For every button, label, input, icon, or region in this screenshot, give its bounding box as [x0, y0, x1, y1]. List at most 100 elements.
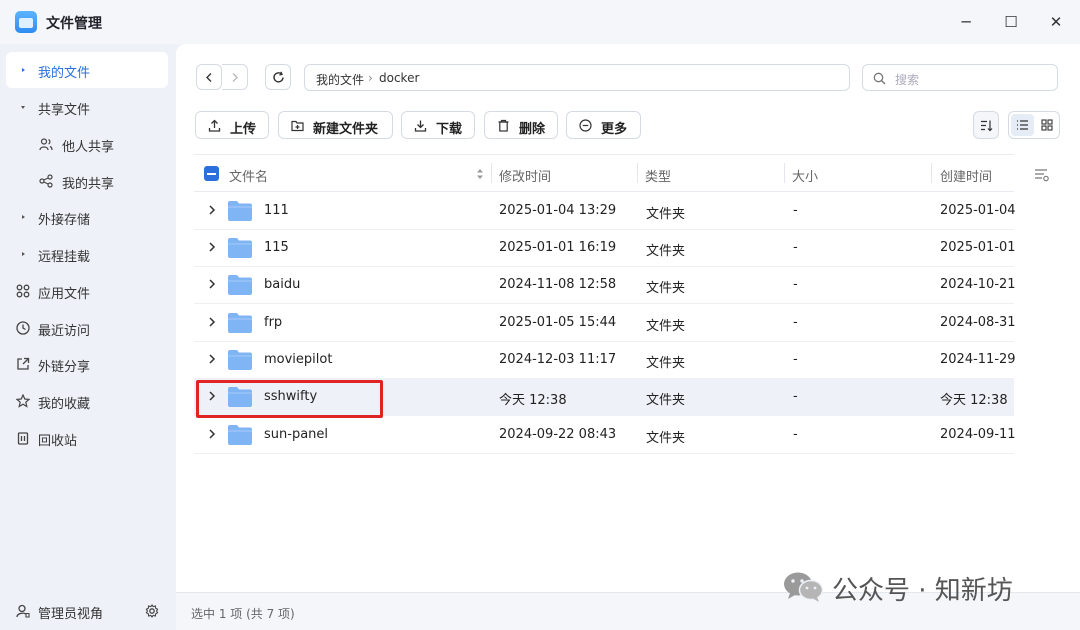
- star-icon: [16, 394, 30, 408]
- column-header-modified[interactable]: 修改时间: [499, 166, 551, 185]
- title-bar: 文件管理 ─ ☐ ✕: [0, 0, 1080, 44]
- file-name[interactable]: frp: [264, 315, 282, 330]
- file-name[interactable]: baidu: [264, 277, 300, 292]
- table-row[interactable]: 111 2025-01-04 13:29 文件夹 - 2025-01-04: [194, 193, 1016, 230]
- download-button[interactable]: 下载: [401, 111, 475, 139]
- file-size: -: [793, 427, 798, 442]
- grid-view-icon: [1041, 119, 1053, 131]
- sidebar-item-external-links[interactable]: 外链分享: [6, 346, 168, 382]
- select-all-checkbox[interactable]: [204, 166, 219, 181]
- file-size: -: [793, 277, 798, 292]
- more-label: 更多: [601, 122, 628, 137]
- sidebar-item-shared-with-me[interactable]: 他人共享: [6, 126, 168, 162]
- column-divider: [637, 163, 638, 183]
- file-name[interactable]: 111: [264, 203, 289, 218]
- expand-chevron-icon[interactable]: [205, 239, 219, 255]
- sidebar-item-label: 他人共享: [62, 140, 115, 155]
- sidebar-item-label: 我的共享: [62, 177, 115, 192]
- file-type: 文件夹: [646, 207, 686, 222]
- external-link-icon: [17, 357, 30, 370]
- expand-chevron-icon[interactable]: [205, 314, 219, 330]
- folder-icon: [228, 425, 252, 445]
- file-size: -: [793, 203, 798, 218]
- breadcrumb-current[interactable]: docker: [379, 71, 419, 85]
- sidebar-item-app-files[interactable]: 应用文件: [6, 273, 168, 309]
- folder-icon: [228, 313, 252, 333]
- back-button[interactable]: [196, 64, 222, 90]
- modified-time: 2025-01-04 13:29: [499, 203, 617, 218]
- admin-view-label[interactable]: 管理员视角: [38, 603, 103, 622]
- created-time: 2024-08-31: [940, 315, 1016, 330]
- file-name[interactable]: 115: [264, 240, 289, 255]
- close-button[interactable]: ✕: [1043, 10, 1069, 34]
- breadcrumb-root[interactable]: 我的文件: [316, 71, 364, 88]
- file-name[interactable]: sun-panel: [264, 427, 328, 442]
- modified-time: 2025-01-05 15:44: [499, 315, 617, 330]
- apps-grid-icon: [16, 284, 30, 298]
- delete-button[interactable]: 删除: [484, 111, 558, 139]
- table-row[interactable]: frp 2025-01-05 15:44 文件夹 - 2024-08-31: [194, 305, 1016, 342]
- chevron-left-icon: [206, 73, 212, 82]
- search-input[interactable]: 搜索: [862, 64, 1058, 91]
- column-divider: [931, 163, 932, 183]
- table-header: 文件名 修改时间 类型 大小 创建时间: [194, 154, 1014, 192]
- sidebar-item-label: 外接存储: [38, 213, 91, 228]
- sidebar-item-favorites[interactable]: 我的收藏: [6, 383, 168, 419]
- sidebar-item-label: 回收站: [38, 434, 78, 449]
- view-toggle: [1008, 111, 1060, 139]
- table-row[interactable]: sun-panel 2024-09-22 08:43 文件夹 - 2024-09…: [194, 417, 1016, 454]
- sidebar-item-shared-files[interactable]: 共享文件: [6, 89, 168, 125]
- column-divider: [491, 163, 492, 183]
- expand-chevron-icon[interactable]: [205, 351, 219, 367]
- more-button[interactable]: 更多: [566, 111, 641, 139]
- column-header-created[interactable]: 创建时间: [940, 166, 992, 185]
- download-label: 下载: [436, 122, 463, 137]
- expand-chevron-icon[interactable]: [205, 426, 219, 442]
- sidebar-item-recycle-bin[interactable]: 回收站: [6, 420, 168, 456]
- sidebar-item-my-shares[interactable]: 我的共享: [6, 163, 168, 199]
- file-size: -: [793, 315, 798, 330]
- share-icon: [39, 174, 53, 188]
- column-header-type[interactable]: 类型: [645, 166, 671, 185]
- new-folder-button[interactable]: 新建文件夹: [278, 111, 393, 139]
- list-view-icon: [1017, 120, 1028, 130]
- trash-icon: [17, 432, 29, 445]
- upload-button[interactable]: 上传: [195, 111, 269, 139]
- sidebar-item-label: 我的收藏: [38, 397, 91, 412]
- sort-icon: [981, 120, 993, 132]
- caret-right-icon: [22, 215, 25, 219]
- table-row[interactable]: 115 2025-01-01 16:19 文件夹 - 2025-01-01: [194, 230, 1016, 267]
- minimize-button[interactable]: ─: [953, 10, 979, 34]
- created-time: 2024-09-11: [940, 427, 1016, 442]
- sidebar-item-my-files[interactable]: 我的文件: [6, 52, 168, 88]
- forward-button[interactable]: [222, 64, 248, 90]
- file-manager-app-icon: [15, 11, 37, 33]
- gear-icon[interactable]: [145, 604, 159, 618]
- folder-icon: [228, 350, 252, 370]
- created-time: 2024-10-21: [940, 277, 1016, 292]
- grid-view-button[interactable]: [1036, 114, 1059, 136]
- created-time: 2025-01-01: [940, 240, 1016, 255]
- column-settings-icon[interactable]: [1034, 168, 1050, 182]
- maximize-button[interactable]: ☐: [998, 10, 1024, 34]
- caret-right-icon: [22, 68, 25, 72]
- expand-chevron-icon[interactable]: [205, 202, 219, 218]
- expand-chevron-icon[interactable]: [205, 276, 219, 292]
- column-header-name[interactable]: 文件名: [229, 166, 268, 185]
- chevron-right-icon: [232, 73, 238, 82]
- annotation-highlight-box: [196, 380, 383, 418]
- created-time: 2025-01-04: [940, 203, 1016, 218]
- table-row[interactable]: baidu 2024-11-08 12:58 文件夹 - 2024-10-21: [194, 267, 1016, 304]
- column-header-size[interactable]: 大小: [792, 166, 818, 185]
- sort-button[interactable]: [973, 111, 999, 139]
- list-view-button[interactable]: [1011, 114, 1034, 136]
- sidebar-item-external-storage[interactable]: 外接存储: [6, 199, 168, 235]
- sidebar-item-recent[interactable]: 最近访问: [6, 310, 168, 346]
- table-row[interactable]: moviepilot 2024-12-03 11:17 文件夹 - 2024-1…: [194, 342, 1016, 379]
- breadcrumb[interactable]: 我的文件 › docker: [304, 64, 850, 91]
- admin-user-icon: [16, 604, 30, 618]
- sidebar-item-remote-mount[interactable]: 远程挂载: [6, 236, 168, 272]
- refresh-button[interactable]: [265, 64, 291, 90]
- file-name[interactable]: moviepilot: [264, 352, 332, 367]
- sort-arrows-icon[interactable]: [476, 167, 484, 181]
